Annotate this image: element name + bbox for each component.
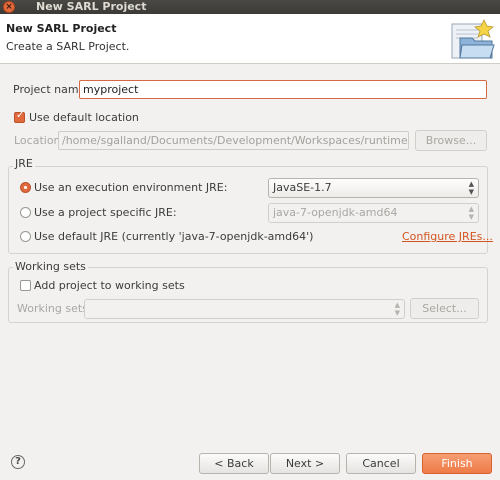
combo-arrows-icon: ▲ ▼ — [394, 301, 400, 317]
project-specific-radio[interactable] — [20, 207, 31, 218]
configure-jres-link[interactable]: Configure JREs... — [402, 230, 493, 243]
use-default-location-checkbox[interactable] — [14, 110, 25, 123]
exec-env-value: JavaSE-1.7 — [273, 181, 332, 194]
working-sets-select[interactable]: ▲ ▼ — [84, 299, 405, 319]
window-title: New SARL Project — [36, 0, 147, 13]
exec-env-radio[interactable] — [20, 182, 31, 193]
project-specific-select[interactable]: java-7-openjdk-amd64 ▲ ▼ — [268, 203, 479, 223]
new-project-folder-icon — [451, 19, 495, 59]
project-specific-label: Use a project specific JRE: — [34, 206, 177, 219]
location-input[interactable]: /home/sgalland/Documents/Development/Wor… — [58, 131, 409, 150]
jre-group-label: JRE — [13, 157, 35, 170]
location-label: Location: — [14, 134, 65, 147]
wizard-header: New SARL Project Create a SARL Project. — [0, 14, 500, 64]
working-sets-group-label: Working sets — [13, 260, 88, 273]
wizard-title: New SARL Project — [6, 22, 117, 35]
add-to-working-sets-label: Add project to working sets — [34, 279, 185, 292]
cancel-button[interactable]: Cancel — [346, 453, 416, 474]
combo-arrows-icon: ▲ ▼ — [468, 205, 474, 221]
next-button[interactable]: Next > — [270, 453, 340, 474]
back-button[interactable]: < Back — [199, 453, 269, 474]
use-default-location-label: Use default location — [29, 111, 139, 124]
project-name-input[interactable]: myproject — [79, 80, 487, 99]
default-jre-radio[interactable] — [20, 231, 31, 242]
select-working-sets-button[interactable]: Select... — [410, 298, 479, 319]
finish-button[interactable]: Finish — [422, 453, 492, 474]
default-jre-label: Use default JRE (currently 'java-7-openj… — [34, 230, 314, 243]
project-name-label: Project name: — [13, 83, 90, 96]
wizard-description: Create a SARL Project. — [6, 40, 130, 53]
help-icon[interactable]: ? — [11, 455, 25, 469]
close-window-icon[interactable]: × — [3, 1, 15, 13]
project-specific-value: java-7-openjdk-amd64 — [273, 206, 398, 219]
browse-button[interactable]: Browse... — [415, 130, 487, 151]
exec-env-select[interactable]: JavaSE-1.7 ▲ ▼ — [268, 178, 479, 198]
working-sets-label: Working sets: — [17, 302, 92, 315]
window-titlebar: × New SARL Project — [0, 0, 500, 14]
add-to-working-sets-checkbox[interactable] — [20, 280, 31, 291]
exec-env-label: Use an execution environment JRE: — [34, 181, 228, 194]
combo-arrows-icon: ▲ ▼ — [468, 180, 474, 196]
